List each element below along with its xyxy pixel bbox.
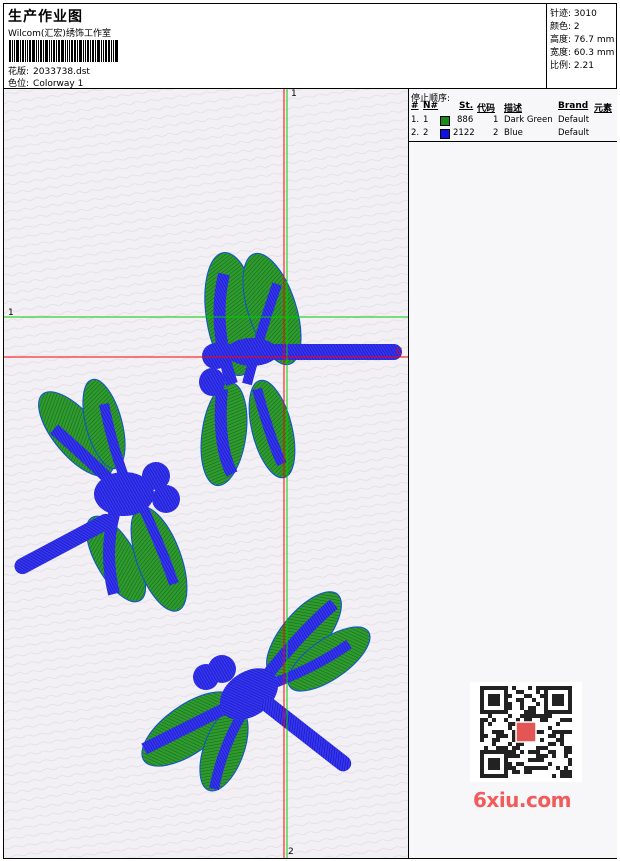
header-info: 生产作业图 Wilcom(汇宏)绣饰工作室 花版: 2033738.dst 色位:… bbox=[4, 4, 547, 89]
col-n: N# bbox=[423, 101, 439, 111]
stat-height: 高度: 76.7 mm bbox=[550, 35, 615, 45]
stat-ratio: 比例: 2.21 bbox=[550, 61, 594, 71]
table-row: 2. 2 2122 2 Blue Default bbox=[411, 128, 590, 139]
embroidery-preview bbox=[4, 89, 408, 858]
color-swatch-green bbox=[440, 116, 450, 126]
axis-label-bottom: 2 bbox=[288, 847, 294, 857]
col-st: St. bbox=[459, 101, 474, 111]
col-element: 元素 bbox=[594, 104, 613, 114]
page-title: 生产作业图 bbox=[8, 9, 83, 25]
axis-label-right: C bbox=[396, 347, 403, 357]
qr-code bbox=[470, 682, 582, 782]
stat-stitches: 针迹: 3010 bbox=[550, 9, 597, 19]
axis-label-top: 1 bbox=[291, 89, 297, 99]
design-canvas[interactable]: 1 1 2 C bbox=[4, 89, 409, 858]
company-name: Wilcom(汇宏)绣饰工作室 bbox=[8, 29, 111, 39]
table-row: 1. 1 886 1 Dark Green Default bbox=[411, 115, 590, 126]
col-code: 代码 bbox=[477, 104, 496, 114]
site-watermark: 6xiu.com bbox=[473, 788, 571, 812]
color-swatch-blue bbox=[440, 129, 450, 139]
barcode bbox=[9, 40, 145, 62]
col-num: # bbox=[411, 101, 419, 111]
col-brand: Brand bbox=[558, 101, 589, 111]
axis-label-left: 1 bbox=[8, 308, 14, 318]
stop-sequence-header: # N# St. 代码 描述 Brand 元素 bbox=[409, 101, 617, 114]
stat-colors: 颜色: 2 bbox=[550, 22, 580, 32]
design-stats: 针迹: 3010 颜色: 2 高度: 76.7 mm 宽度: 60.3 mm 比… bbox=[547, 4, 617, 88]
col-desc: 描述 bbox=[504, 104, 523, 114]
stat-width: 宽度: 60.3 mm bbox=[550, 48, 615, 58]
panel-divider bbox=[409, 141, 617, 142]
